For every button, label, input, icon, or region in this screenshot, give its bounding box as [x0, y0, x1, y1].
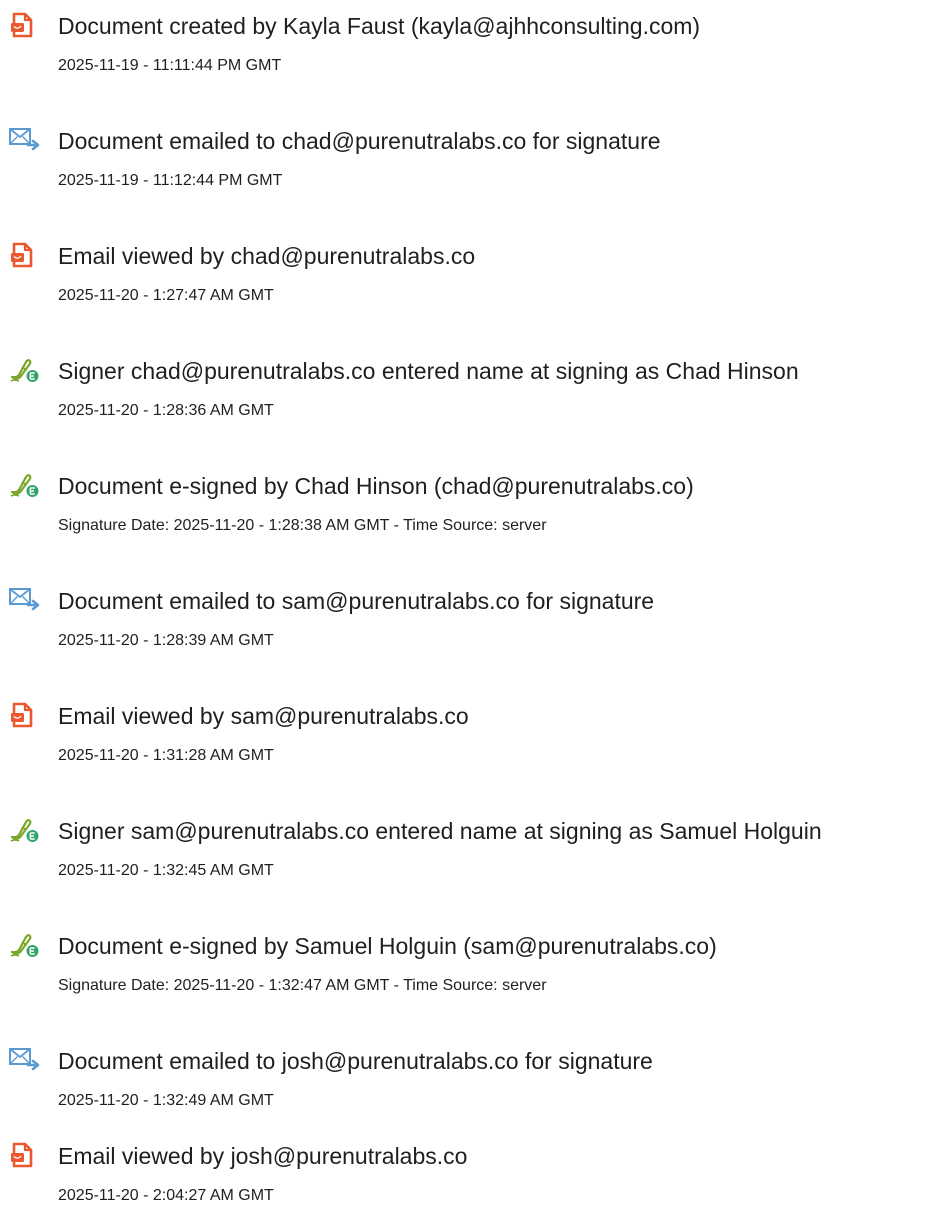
event-title: Document e-signed by Chad Hinson (chad@p… — [58, 473, 694, 499]
email-icon — [8, 1046, 44, 1074]
event-date: 2025-11-20 - 1:28:39 AM GMT — [58, 632, 274, 649]
email-icon — [8, 586, 44, 614]
audit-event: Document created by Kayla Faust (kayla@a… — [0, 0, 942, 100]
document-icon — [8, 11, 44, 39]
email-icon — [8, 126, 44, 154]
audit-event: Document emailed to sam@purenutralabs.co… — [0, 575, 942, 675]
event-title: Signer sam@purenutralabs.co entered name… — [58, 818, 822, 844]
signature-icon — [8, 471, 44, 499]
audit-event: Document e-signed by Samuel Holguin (sam… — [0, 920, 942, 1020]
document-icon — [8, 701, 44, 729]
event-title: Document emailed to josh@purenutralabs.c… — [58, 1048, 653, 1074]
event-date: Signature Date: 2025-11-20 - 1:28:38 AM … — [58, 517, 547, 534]
audit-event: Email viewed by sam@purenutralabs.co 202… — [0, 690, 942, 790]
document-icon — [8, 1141, 44, 1169]
event-date: 2025-11-20 - 1:28:36 AM GMT — [58, 402, 274, 419]
signature-icon — [8, 356, 44, 384]
event-title: Document created by Kayla Faust (kayla@a… — [58, 13, 701, 39]
signature-icon — [8, 931, 44, 959]
event-date: 2025-11-20 - 1:27:47 AM GMT — [58, 287, 274, 304]
event-title: Email viewed by chad@purenutralabs.co — [58, 243, 476, 269]
event-title: Document emailed to chad@purenutralabs.c… — [58, 128, 661, 154]
audit-event: Email viewed by chad@purenutralabs.co 20… — [0, 230, 942, 330]
event-date: 2025-11-20 - 1:31:28 AM GMT — [58, 747, 274, 764]
audit-event: Document emailed to chad@purenutralabs.c… — [0, 115, 942, 215]
audit-event: Signer chad@purenutralabs.co entered nam… — [0, 345, 942, 445]
audit-event: Email viewed by josh@purenutralabs.co 20… — [0, 1130, 942, 1230]
audit-event: Document e-signed by Chad Hinson (chad@p… — [0, 460, 942, 560]
event-date: Signature Date: 2025-11-20 - 1:32:47 AM … — [58, 977, 547, 994]
audit-event: Signer sam@purenutralabs.co entered name… — [0, 805, 942, 905]
event-title: Email viewed by sam@purenutralabs.co — [58, 703, 469, 729]
event-date: 2025-11-20 - 1:32:45 AM GMT — [58, 862, 274, 879]
event-date: 2025-11-19 - 11:11:44 PM GMT — [58, 57, 282, 74]
signature-icon — [8, 816, 44, 844]
event-date: 2025-11-20 - 1:32:49 AM GMT — [58, 1092, 274, 1109]
event-date: 2025-11-20 - 2:04:27 AM GMT — [58, 1187, 274, 1204]
event-title: Signer chad@purenutralabs.co entered nam… — [58, 358, 799, 384]
event-title: Document emailed to sam@purenutralabs.co… — [58, 588, 655, 614]
event-date: 2025-11-19 - 11:12:44 PM GMT — [58, 172, 283, 189]
audit-event: Document emailed to josh@purenutralabs.c… — [0, 1035, 942, 1135]
event-title: Document e-signed by Samuel Holguin (sam… — [58, 933, 717, 959]
document-icon — [8, 241, 44, 269]
event-title: Email viewed by josh@purenutralabs.co — [58, 1143, 468, 1169]
